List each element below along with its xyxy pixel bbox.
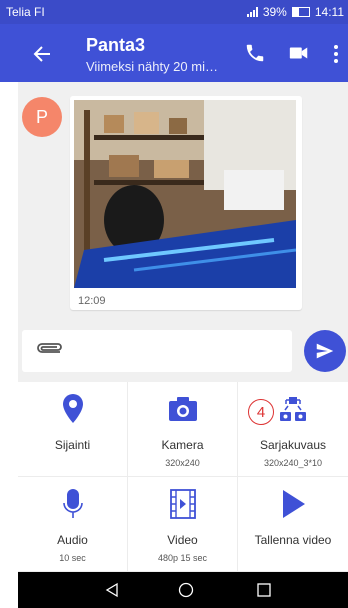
attach-burst[interactable]: Sarjakuvaus 320x240_3*10 <box>238 382 348 477</box>
dot-icon <box>334 59 338 63</box>
send-button[interactable] <box>304 330 346 372</box>
contact-name: Panta3 <box>86 35 146 55</box>
paperclip-icon <box>37 343 62 353</box>
attach-audio[interactable]: Audio 10 sec <box>18 477 128 572</box>
status-bar: Telia FI 39% 14:11 <box>0 0 348 24</box>
clock: 14:11 <box>314 5 344 19</box>
attachment-grid: Sijainti Kamera 320x240 Sarjakuvaus 320x… <box>18 382 348 572</box>
attach-sublabel: 320x240 <box>165 458 200 468</box>
message-time: 12:09 <box>78 295 106 307</box>
attach-location[interactable]: Sijainti <box>18 382 128 477</box>
avatar[interactable]: P <box>22 97 62 137</box>
play-icon <box>283 490 305 518</box>
attach-button[interactable] <box>34 340 64 364</box>
overflow-menu-button[interactable] <box>328 42 344 66</box>
attach-camera[interactable]: Kamera 320x240 <box>128 382 238 477</box>
attach-label: Sijainti <box>54 438 91 452</box>
film-icon <box>170 489 196 519</box>
dot-icon <box>334 45 338 49</box>
nav-recent-icon[interactable] <box>256 582 272 598</box>
attach-sublabel: 320x240_3*10 <box>263 458 323 468</box>
last-seen-status: Viimeksi nähty 20 mi… <box>86 59 218 74</box>
attach-record-video[interactable]: Tallenna video <box>238 477 348 572</box>
photo-image <box>74 100 296 288</box>
left-edge <box>0 82 18 608</box>
arrow-left-icon <box>33 46 50 62</box>
send-icon <box>316 343 334 359</box>
attach-label: Kamera <box>161 438 204 452</box>
message-photo[interactable] <box>74 100 296 288</box>
back-button[interactable] <box>28 40 56 68</box>
attach-sublabel: 10 sec <box>59 553 86 563</box>
video-camera-icon <box>289 47 308 59</box>
attach-label: Video <box>167 533 198 547</box>
nav-back-icon[interactable] <box>104 582 120 598</box>
dot-icon <box>334 52 338 56</box>
attach-video[interactable]: Video 480p 15 sec <box>128 477 238 572</box>
phone-icon <box>246 44 264 62</box>
microphone-icon <box>63 489 83 518</box>
status-indicators: 39% 14:11 <box>246 5 344 19</box>
attach-label: Sarjakuvaus <box>259 438 327 452</box>
attach-label: Audio <box>57 533 88 547</box>
attach-label: Tallenna video <box>254 533 332 547</box>
app-bar: Panta3 Viimeksi nähty 20 mi… <box>0 24 348 82</box>
battery-icon <box>291 7 310 17</box>
nav-home-icon[interactable] <box>178 582 194 598</box>
battery-percent: 39% <box>262 5 287 19</box>
camera-icon <box>169 397 197 421</box>
location-pin-icon <box>63 394 83 423</box>
attach-sublabel: 480p 15 sec <box>157 553 208 563</box>
burst-camera-icon <box>280 397 306 421</box>
signal-icon <box>246 7 260 17</box>
carrier-label: Telia FI <box>6 5 45 19</box>
screen: Telia FI 39% 14:11 Panta3 Viimeksi nähty… <box>0 0 348 608</box>
call-button[interactable] <box>244 42 268 66</box>
step-badge: 4 <box>248 399 274 425</box>
system-nav-bar <box>18 572 348 608</box>
video-call-button[interactable] <box>288 42 312 66</box>
